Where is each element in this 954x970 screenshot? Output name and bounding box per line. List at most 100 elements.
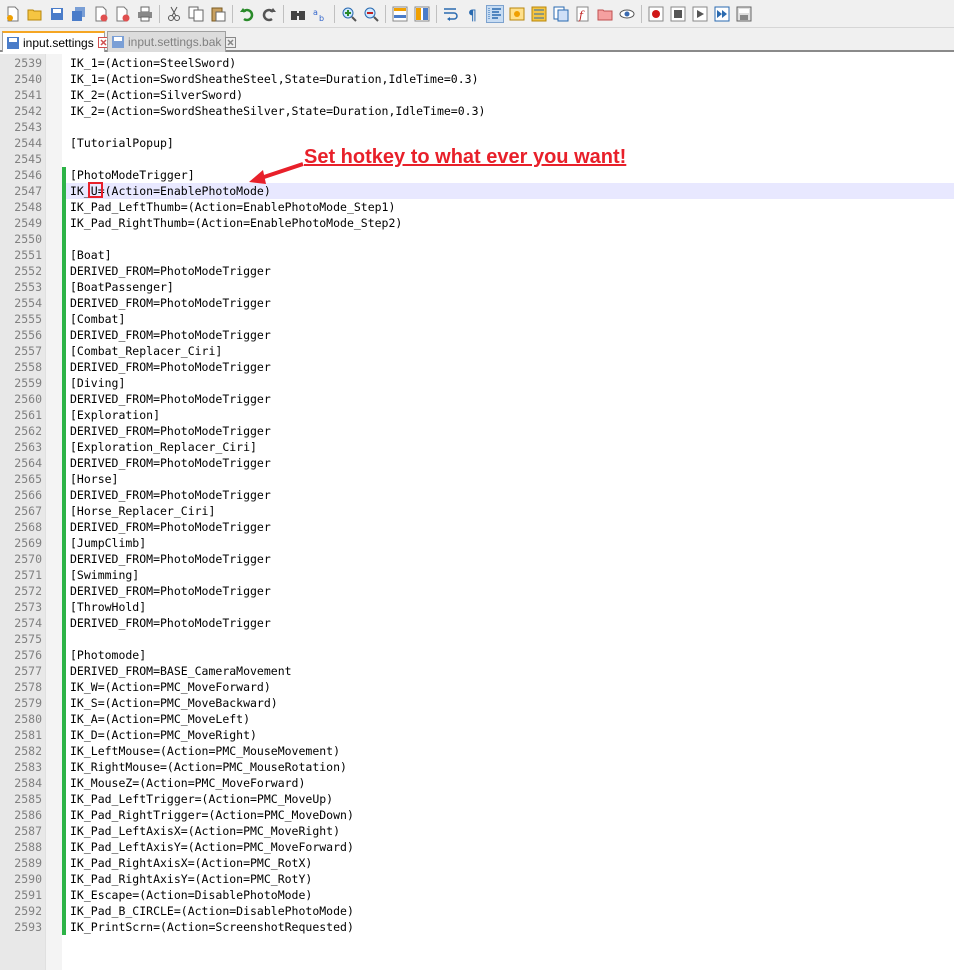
code-line[interactable]: 2582 IK_LeftMouse=(Action=PMC_MouseMoveme…: [0, 743, 954, 759]
line-text[interactable]: [Exploration]: [70, 407, 160, 423]
code-line[interactable]: 2589 IK_Pad_RightAxisX=(Action=PMC_RotX): [0, 855, 954, 871]
line-text[interactable]: DERIVED_FROM=BASE_CameraMovement: [70, 663, 292, 679]
line-text[interactable]: IK_1=(Action=SwordSheatheSteel,State=Dur…: [70, 71, 479, 87]
zoom-out-icon[interactable]: [362, 5, 380, 23]
line-text[interactable]: [ThrowHold]: [70, 599, 146, 615]
code-line[interactable]: 2548 IK_Pad_LeftThumb=(Action=EnablePhoto…: [0, 199, 954, 215]
word-wrap-icon[interactable]: [442, 5, 460, 23]
stop-macro-icon[interactable]: [669, 5, 687, 23]
line-text[interactable]: IK_2=(Action=SwordSheatheSilver,State=Du…: [70, 103, 485, 119]
code-line[interactable]: 2577 DERIVED_FROM=BASE_CameraMovement: [0, 663, 954, 679]
code-line[interactable]: 2556 DERIVED_FROM=PhotoModeTrigger: [0, 327, 954, 343]
line-text[interactable]: [JumpClimb]: [70, 535, 146, 551]
line-text[interactable]: DERIVED_FROM=PhotoModeTrigger: [70, 263, 271, 279]
line-text[interactable]: IK_S=(Action=PMC_MoveBackward): [70, 695, 278, 711]
line-text[interactable]: [Horse_Replacer_Ciri]: [70, 503, 215, 519]
code-line[interactable]: 2540 IK_1=(Action=SwordSheatheSteel,State…: [0, 71, 954, 87]
code-line[interactable]: 2579 IK_S=(Action=PMC_MoveBackward): [0, 695, 954, 711]
code-line[interactable]: 2588 IK_Pad_LeftAxisY=(Action=PMC_MoveFor…: [0, 839, 954, 855]
doc-map-icon[interactable]: [530, 5, 548, 23]
line-text[interactable]: DERIVED_FROM=PhotoModeTrigger: [70, 583, 271, 599]
line-text[interactable]: DERIVED_FROM=PhotoModeTrigger: [70, 519, 271, 535]
line-text[interactable]: [Horse]: [70, 471, 118, 487]
tab-input-settings-bak[interactable]: input.settings.bak: [107, 31, 237, 52]
code-line[interactable]: 2572 DERIVED_FROM=PhotoModeTrigger: [0, 583, 954, 599]
code-line[interactable]: 2546 [PhotoModeTrigger]: [0, 167, 954, 183]
line-text[interactable]: IK_Pad_RightAxisY=(Action=PMC_RotY): [70, 871, 312, 887]
print-icon[interactable]: [136, 5, 154, 23]
code-line[interactable]: 2552 DERIVED_FROM=PhotoModeTrigger: [0, 263, 954, 279]
code-line[interactable]: 2550: [0, 231, 954, 247]
line-text[interactable]: IK_W=(Action=PMC_MoveForward): [70, 679, 271, 695]
line-text[interactable]: IK_2=(Action=SilverSword): [70, 87, 243, 103]
code-line[interactable]: 2581 IK_D=(Action=PMC_MoveRight): [0, 727, 954, 743]
line-text[interactable]: [PhotoModeTrigger]: [70, 167, 195, 183]
line-text[interactable]: IK_LeftMouse=(Action=PMC_MouseMovement): [70, 743, 340, 759]
code-line[interactable]: 2549 IK_Pad_RightThumb=(Action=EnablePhot…: [0, 215, 954, 231]
undo-icon[interactable]: [238, 5, 256, 23]
function-list-icon[interactable]: [552, 5, 570, 23]
line-text[interactable]: [Diving]: [70, 375, 125, 391]
play-macro-icon[interactable]: [691, 5, 709, 23]
copy-icon[interactable]: [187, 5, 205, 23]
line-text[interactable]: IK_Pad_LeftAxisX=(Action=PMC_MoveRight): [70, 823, 340, 839]
code-line[interactable]: 2553 [BoatPassenger]: [0, 279, 954, 295]
record-macro-icon[interactable]: [647, 5, 665, 23]
line-text[interactable]: IK_Pad_LeftAxisY=(Action=PMC_MoveForward…: [70, 839, 354, 855]
line-text[interactable]: IK_MouseZ=(Action=PMC_MoveForward): [70, 775, 305, 791]
line-text[interactable]: [Photomode]: [70, 647, 146, 663]
code-line[interactable]: 2565 [Horse]: [0, 471, 954, 487]
code-line[interactable]: 2584 IK_MouseZ=(Action=PMC_MoveForward): [0, 775, 954, 791]
line-text[interactable]: DERIVED_FROM=PhotoModeTrigger: [70, 551, 271, 567]
code-line[interactable]: 2593 IK_PrintScrn=(Action=ScreenshotReque…: [0, 919, 954, 935]
code-line[interactable]: 2566 DERIVED_FROM=PhotoModeTrigger: [0, 487, 954, 503]
code-line[interactable]: 2575: [0, 631, 954, 647]
code-line[interactable]: 2570 DERIVED_FROM=PhotoModeTrigger: [0, 551, 954, 567]
line-text[interactable]: [Combat_Replacer_Ciri]: [70, 343, 222, 359]
code-line[interactable]: 2571 [Swimming]: [0, 567, 954, 583]
code-line[interactable]: 2563 [Exploration_Replacer_Ciri]: [0, 439, 954, 455]
line-text[interactable]: DERIVED_FROM=PhotoModeTrigger: [70, 327, 271, 343]
code-line[interactable]: 2551 [Boat]: [0, 247, 954, 263]
line-text[interactable]: DERIVED_FROM=PhotoModeTrigger: [70, 359, 271, 375]
run-macro-multiple-icon[interactable]: [713, 5, 731, 23]
code-line[interactable]: 2539 IK_1=(Action=SteelSword): [0, 55, 954, 71]
editor-text-area[interactable]: 2539 IK_1=(Action=SteelSword) 2540 IK_1=(Ac…: [0, 55, 954, 935]
line-text[interactable]: IK_RightMouse=(Action=PMC_MouseRotation): [70, 759, 347, 775]
code-line[interactable]: 2568 DERIVED_FROM=PhotoModeTrigger: [0, 519, 954, 535]
show-all-chars-icon[interactable]: ¶: [464, 5, 482, 23]
line-text[interactable]: DERIVED_FROM=PhotoModeTrigger: [70, 423, 271, 439]
code-line[interactable]: 2576 [Photomode]: [0, 647, 954, 663]
line-text[interactable]: IK_Escape=(Action=DisablePhotoMode): [70, 887, 312, 903]
code-line[interactable]: 2557 [Combat_Replacer_Ciri]: [0, 343, 954, 359]
code-line[interactable]: 2541 IK_2=(Action=SilverSword): [0, 87, 954, 103]
open-file-icon[interactable]: [26, 5, 44, 23]
sync-vertical-icon[interactable]: [391, 5, 409, 23]
find-icon[interactable]: [289, 5, 307, 23]
code-line[interactable]: 2543: [0, 119, 954, 135]
line-text[interactable]: [Boat]: [70, 247, 112, 263]
line-text[interactable]: [BoatPassenger]: [70, 279, 174, 295]
save-all-icon[interactable]: [70, 5, 88, 23]
line-text[interactable]: IK_Pad_LeftTrigger=(Action=PMC_MoveUp): [70, 791, 333, 807]
line-text[interactable]: IK_Pad_RightAxisX=(Action=PMC_RotX): [70, 855, 312, 871]
code-line[interactable]: 2569 [JumpClimb]: [0, 535, 954, 551]
line-text[interactable]: IK_Pad_LeftThumb=(Action=EnablePhotoMode…: [70, 199, 395, 215]
zoom-in-icon[interactable]: [340, 5, 358, 23]
line-text[interactable]: [Combat]: [70, 311, 125, 327]
code-line[interactable]: 2587 IK_Pad_LeftAxisX=(Action=PMC_MoveRig…: [0, 823, 954, 839]
line-text[interactable]: IK_PrintScrn=(Action=ScreenshotRequested…: [70, 919, 354, 935]
sync-horizontal-icon[interactable]: [413, 5, 431, 23]
code-line[interactable]: 2586 IK_Pad_RightTrigger=(Action=PMC_Move…: [0, 807, 954, 823]
language-icon[interactable]: [508, 5, 526, 23]
new-file-icon[interactable]: [4, 5, 22, 23]
tab-input-settings[interactable]: input.settings: [2, 31, 109, 52]
replace-icon[interactable]: ab: [311, 5, 329, 23]
folder-icon[interactable]: [596, 5, 614, 23]
code-line[interactable]: 2554 DERIVED_FROM=PhotoModeTrigger: [0, 295, 954, 311]
folder-workspace-icon[interactable]: f: [574, 5, 592, 23]
code-line[interactable]: 2547 IK_U=(Action=EnablePhotoMode): [0, 183, 954, 199]
monitoring-icon[interactable]: [618, 5, 636, 23]
code-line[interactable]: 2542 IK_2=(Action=SwordSheatheSilver,Stat…: [0, 103, 954, 119]
line-text[interactable]: [TutorialPopup]: [70, 135, 174, 151]
